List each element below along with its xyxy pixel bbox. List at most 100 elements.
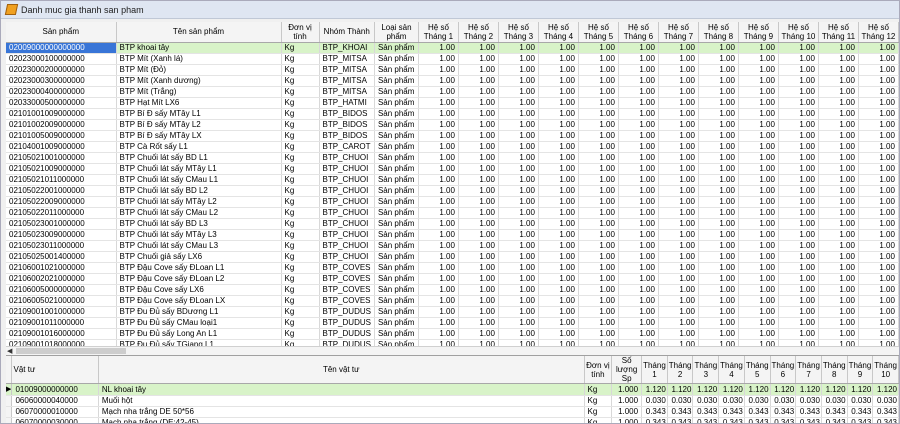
month-cell[interactable]: 0.030 (847, 395, 874, 407)
factor-cell[interactable]: 1.00 (538, 86, 579, 98)
factor-cell[interactable]: 1.00 (538, 196, 579, 208)
month-cell[interactable]: 0.343 (872, 406, 899, 418)
factor-cell[interactable]: 1.00 (578, 262, 619, 274)
column-header[interactable]: Tháng 7 (795, 356, 822, 384)
factor-cell[interactable]: 1.00 (538, 273, 579, 285)
factor-cell[interactable]: 1.00 (498, 295, 539, 307)
factor-cell[interactable]: 1.00 (538, 328, 579, 340)
factor-cell[interactable]: 1.00 (578, 141, 619, 153)
factor-cell[interactable]: 1.00 (498, 251, 539, 263)
column-header[interactable]: Hệ số Tháng 12 (858, 22, 899, 43)
table-cell[interactable]: Sản phẩm (374, 152, 419, 164)
table-row[interactable]: 02105021001000000 BTP Chuối lát sấy BD L1… (6, 152, 899, 164)
table-cell[interactable]: Kg (281, 64, 320, 76)
table-row[interactable]: 02105022001000000 BTP Chuối lát sấy BD L2… (6, 185, 899, 197)
column-header[interactable]: Tháng 2 (667, 356, 694, 384)
factor-cell[interactable]: 1.00 (818, 53, 859, 65)
factor-cell[interactable]: 1.00 (458, 141, 499, 153)
table-cell[interactable]: 02033000500000000 (6, 97, 117, 109)
factor-cell[interactable]: 1.00 (538, 64, 579, 76)
factor-cell[interactable]: 1.00 (778, 339, 819, 346)
factor-cell[interactable]: 1.00 (858, 273, 899, 285)
factor-cell[interactable]: 1.00 (538, 163, 579, 175)
factor-cell[interactable]: 1.00 (498, 64, 539, 76)
table-cell[interactable]: BTP Mít (Xanh lá) (116, 53, 282, 65)
factor-cell[interactable]: 1.00 (498, 328, 539, 340)
factor-cell[interactable]: 1.00 (498, 75, 539, 87)
table-cell[interactable]: 02105021009000000 (6, 163, 117, 175)
factor-cell[interactable]: 1.00 (618, 339, 659, 346)
factor-cell[interactable]: 1.00 (818, 108, 859, 120)
factor-cell[interactable]: 1.00 (738, 163, 779, 175)
factor-cell[interactable]: 1.00 (658, 64, 699, 76)
factor-cell[interactable]: 1.00 (778, 86, 819, 98)
factor-cell[interactable]: 1.00 (658, 196, 699, 208)
table-cell[interactable]: BTP_BIDOS (319, 130, 375, 142)
factor-cell[interactable]: 1.00 (538, 207, 579, 219)
table-cell[interactable]: Sản phẩm (374, 119, 419, 131)
factor-cell[interactable]: 1.00 (698, 339, 739, 346)
factor-cell[interactable]: 1.00 (858, 75, 899, 87)
table-cell[interactable]: Kg (281, 229, 320, 241)
factor-cell[interactable]: 1.00 (618, 229, 659, 241)
table-cell[interactable]: BTP_KHOAI (319, 42, 375, 54)
table-cell[interactable]: BTP Chuối lát sấy BD L2 (116, 185, 282, 197)
month-cell[interactable]: 0.343 (744, 406, 771, 418)
table-cell[interactable]: 1.000 (611, 417, 643, 423)
month-cell[interactable]: 0.343 (718, 417, 745, 423)
month-cell[interactable]: 0.343 (667, 406, 694, 418)
factor-cell[interactable]: 1.00 (458, 108, 499, 120)
table-cell[interactable]: Kg (281, 328, 320, 340)
table-cell[interactable]: Sản phẩm (374, 218, 419, 230)
table-row[interactable]: 02106005021000000 BTP Đậu Cove sấy ĐLoan … (6, 295, 899, 307)
table-row[interactable]: 02033000500000000 BTP Hạt Mít LX6 Kg BTP_HA… (6, 97, 899, 109)
table-cell[interactable]: 02009000000000000 (6, 42, 117, 54)
factor-cell[interactable]: 1.00 (738, 108, 779, 120)
factor-cell[interactable]: 1.00 (698, 317, 739, 329)
table-cell[interactable]: BTP_CAROT (319, 141, 375, 153)
column-header[interactable]: Tháng 6 (770, 356, 797, 384)
factor-cell[interactable]: 1.00 (818, 130, 859, 142)
factor-cell[interactable]: 1.00 (578, 42, 619, 54)
factor-cell[interactable]: 1.00 (738, 251, 779, 263)
factor-cell[interactable]: 1.00 (618, 86, 659, 98)
factor-cell[interactable]: 1.00 (858, 196, 899, 208)
factor-cell[interactable]: 1.00 (458, 163, 499, 175)
factor-cell[interactable]: 1.00 (578, 284, 619, 296)
factor-cell[interactable]: 1.00 (618, 328, 659, 340)
table-cell[interactable]: BTP_DUDUS (319, 339, 375, 346)
factor-cell[interactable]: 1.00 (578, 306, 619, 318)
table-cell[interactable]: BTP_DUDUS (319, 328, 375, 340)
table-cell[interactable]: Sản phẩm (374, 284, 419, 296)
month-cell[interactable]: 0.343 (641, 417, 668, 423)
factor-cell[interactable]: 1.00 (658, 97, 699, 109)
factor-cell[interactable]: 1.00 (738, 86, 779, 98)
table-cell[interactable]: Kg (281, 152, 320, 164)
table-cell[interactable]: BTP_COVES (319, 262, 375, 274)
table-cell[interactable]: Sản phẩm (374, 317, 419, 329)
column-header[interactable]: Hệ số Tháng 7 (658, 22, 699, 43)
table-cell[interactable]: BTP_CHUOI (319, 229, 375, 241)
table-cell[interactable]: 02105022001000000 (6, 185, 117, 197)
month-cell[interactable]: 0.030 (667, 395, 694, 407)
factor-cell[interactable]: 1.00 (618, 97, 659, 109)
factor-cell[interactable]: 1.00 (738, 141, 779, 153)
table-cell[interactable]: 06070000010000 (11, 406, 99, 418)
table-cell[interactable]: Sản phẩm (374, 262, 419, 274)
column-header[interactable]: Hệ số Tháng 5 (578, 22, 619, 43)
table-cell[interactable]: BTP Đậu Cove sấy ĐLoan LX (116, 295, 282, 307)
table-row[interactable]: 02101002009000000 BTP Bí Đ sấy MTây L2 Kg B… (6, 119, 899, 131)
table-row[interactable]: 02105021009000000 BTP Chuối lát sấy MTây … (6, 163, 899, 175)
factor-cell[interactable]: 1.00 (578, 163, 619, 175)
factor-cell[interactable]: 1.00 (458, 174, 499, 186)
column-header[interactable]: Hệ số Tháng 2 (458, 22, 499, 43)
table-row[interactable]: 02105021011000000 BTP Chuối lát sấy CMau … (6, 174, 899, 186)
factor-cell[interactable]: 1.00 (418, 152, 459, 164)
factor-cell[interactable]: 1.00 (818, 174, 859, 186)
factor-cell[interactable]: 1.00 (458, 53, 499, 65)
factor-cell[interactable]: 1.00 (738, 75, 779, 87)
factor-cell[interactable]: 1.00 (778, 163, 819, 175)
factor-cell[interactable]: 1.00 (578, 108, 619, 120)
table-cell[interactable]: Kg (281, 185, 320, 197)
factor-cell[interactable]: 1.00 (658, 207, 699, 219)
